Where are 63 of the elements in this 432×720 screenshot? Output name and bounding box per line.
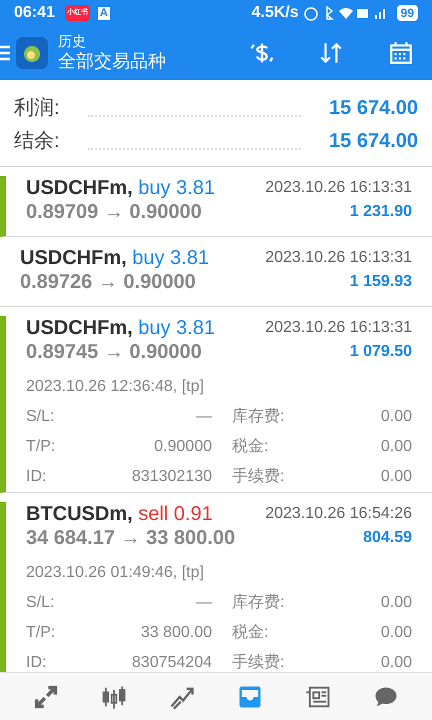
trade-time: 2023.10.26 16:54:26 xyxy=(265,504,412,524)
app-logo-icon xyxy=(16,37,48,69)
detail-label: 税金: xyxy=(232,622,270,643)
detail-label: 手续费: xyxy=(232,466,286,487)
detail-value: 33 800.00 xyxy=(140,623,212,643)
detail-label: 库存费: xyxy=(232,592,286,613)
detail-label: S/L: xyxy=(26,407,56,427)
open-info: 2023.10.26 12:36:48, [tp] xyxy=(26,377,205,397)
header-title: 历史 xyxy=(58,33,87,49)
trade-prices: 0.89726 → 0.90000 xyxy=(20,270,196,294)
trade-time: 2023.10.26 16:13:31 xyxy=(265,318,412,338)
trade-time: 2023.10.26 16:13:31 xyxy=(265,248,412,268)
detail-label: 手续费: xyxy=(232,652,286,672)
trade-card[interactable]: USDCHFm, buy 3.81 2023.10.26 16:13:31 0.89745 → 0.90000 1 079.50 2023.10.26 12:36:48, [tp] S/L: — 库存费: 0.00 T/P: 0.90000 税金: 0.00 ID: 831302130 手续费: 0.00 xyxy=(0,316,432,493)
detail-label: 库存费: xyxy=(232,406,286,427)
trade-prices: 34 684.17 → 33 800.00 xyxy=(26,526,236,550)
trade-symbol: USDCHFm, xyxy=(26,317,133,339)
detail-label: T/P: xyxy=(26,437,56,457)
trade-card[interactable]: USDCHFm, buy 3.81 2023.10.26 16:13:31 0.89709 → 0.90000 1 231.90 xyxy=(0,176,432,237)
detail-value: 0.00 xyxy=(380,623,412,643)
detail-label: ID: xyxy=(26,653,48,672)
trade-action: sell 0.91 xyxy=(138,503,213,525)
detail-value: — xyxy=(195,407,212,427)
open-info: 2023.10.26 01:49:46, [tp] xyxy=(26,563,205,583)
detail-value: 0.00 xyxy=(380,593,412,613)
calendar-icon[interactable] xyxy=(388,40,414,66)
detail-label: 税金: xyxy=(232,436,270,457)
header-subtitle: 全部交易品种 xyxy=(58,50,166,73)
detail-value: 831302130 xyxy=(130,467,212,487)
detail-label: S/L: xyxy=(26,593,56,613)
battery-level: 99 xyxy=(396,5,418,21)
detail-value: — xyxy=(195,593,212,613)
detail-value: 0.00 xyxy=(380,407,412,427)
trade-action: buy 3.81 xyxy=(132,247,209,269)
detail-value: 0.00 xyxy=(380,437,412,457)
trade-action: buy 3.81 xyxy=(138,317,215,339)
detail-label: ID: xyxy=(26,467,48,487)
trade-prices: 0.89709 → 0.90000 xyxy=(26,200,202,224)
menu-icon[interactable] xyxy=(0,45,10,61)
trade-time: 2023.10.26 16:13:31 xyxy=(265,178,412,198)
detail-value: 0.90000 xyxy=(153,437,212,457)
summary-value: 15 674.00 xyxy=(329,129,418,154)
summary-value: 15 674.00 xyxy=(329,96,418,121)
network-speed: 4.5K/s xyxy=(252,3,299,23)
trade-profit: 1 079.50 xyxy=(350,342,412,362)
trade-symbol: USDCHFm, xyxy=(20,247,127,269)
trade-symbol: USDCHFm, xyxy=(26,177,133,199)
trade-prices: 0.89745 → 0.90000 xyxy=(26,340,202,364)
trade-card[interactable]: USDCHFm, buy 3.81 2023.10.26 16:13:31 0.89726 → 0.90000 1 159.93 xyxy=(0,246,432,307)
detail-label: T/P: xyxy=(26,623,56,643)
status-time: 06:41 xyxy=(14,3,55,23)
summary-label: 利润: xyxy=(14,96,60,121)
app-badge: A xyxy=(98,6,110,20)
summary-label: 结余: xyxy=(14,129,60,154)
trade-symbol: BTCUSDm, xyxy=(26,503,133,525)
trade-action: buy 3.81 xyxy=(138,177,215,199)
detail-value: 830754204 xyxy=(130,653,212,672)
trade-profit: 1 231.90 xyxy=(350,202,412,222)
detail-value: 0.00 xyxy=(380,467,412,487)
detail-value: 0.00 xyxy=(380,653,412,672)
trade-profit: 804.59 xyxy=(363,528,412,548)
trade-profit: 1 159.93 xyxy=(350,272,412,292)
sort-arrows-icon[interactable] xyxy=(318,40,344,66)
